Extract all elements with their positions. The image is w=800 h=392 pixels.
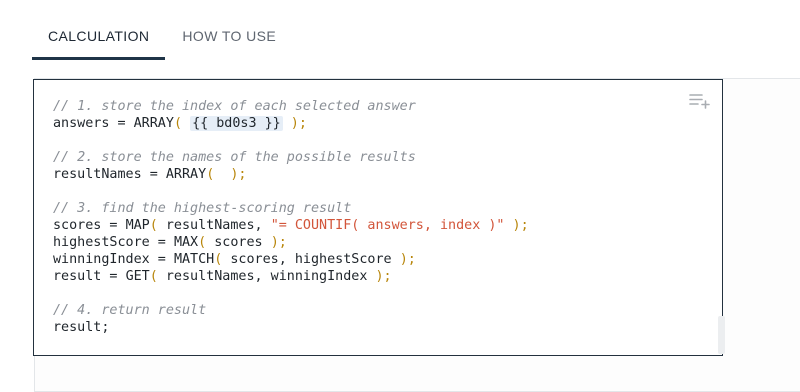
tab-how-to-use[interactable]: HOW TO USE <box>166 16 292 60</box>
code-comment: // 4. return result <box>53 303 207 318</box>
code-editor[interactable]: // 1. store the index of each selected a… <box>33 79 723 356</box>
variable-tag[interactable]: {{ bd0s3 }} <box>190 116 283 131</box>
code-line: answers = ARRAY( {{ bd0s3 }} ); <box>53 116 307 131</box>
code-content[interactable]: // 1. store the index of each selected a… <box>53 98 529 336</box>
tab-bar: CALCULATION HOW TO USE <box>32 16 292 60</box>
scrollbar-thumb[interactable] <box>718 316 725 354</box>
tab-calculation[interactable]: CALCULATION <box>32 16 166 60</box>
code-string: "= COUNTIF( answers, index )" <box>270 218 505 233</box>
code-line: scores = MAP( resultNames, "= COUNTIF( a… <box>53 218 529 233</box>
code-comment: // 2. store the names of the possible re… <box>53 150 416 165</box>
code-line: resultNames = ARRAY( ); <box>53 167 247 182</box>
panel-divider <box>723 78 800 79</box>
code-comment: // 3. find the highest-scoring result <box>53 201 352 216</box>
playlist-add-icon[interactable] <box>689 93 711 109</box>
code-line: highestScore = MAX( scores ); <box>53 235 287 250</box>
code-comment: // 1. store the index of each selected a… <box>53 99 416 114</box>
code-line: result = GET( resultNames, winningIndex … <box>53 269 392 284</box>
code-line: result; <box>53 320 110 335</box>
code-line: winningIndex = MATCH( scores, highestSco… <box>53 252 416 267</box>
